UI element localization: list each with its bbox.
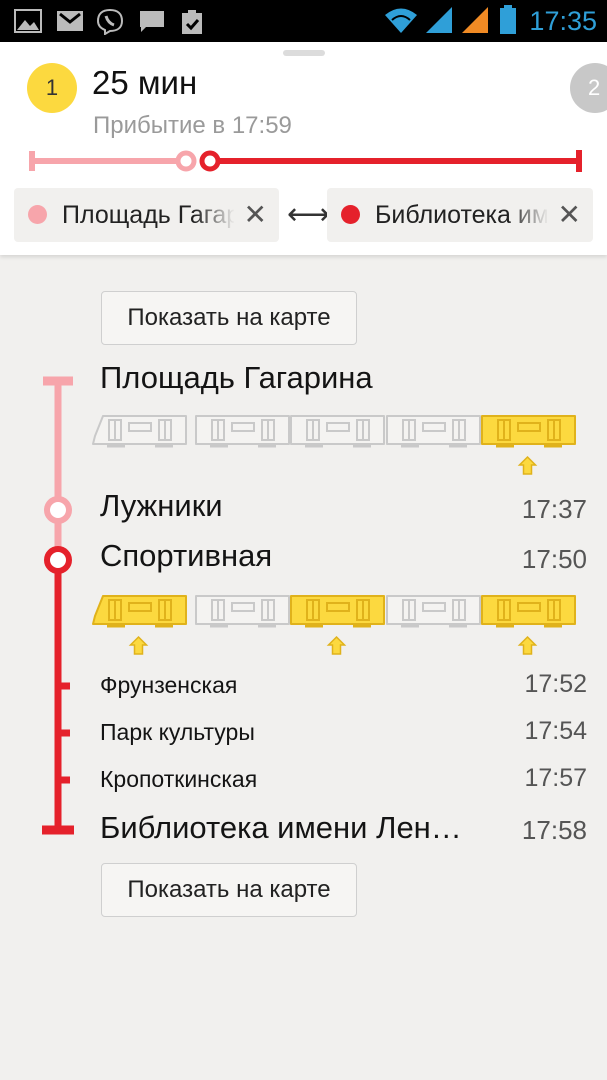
station-ploshchad-gagarina: Площадь Гагарина — [100, 360, 373, 395]
time-park-kultury: 17:54 — [524, 717, 587, 745]
show-on-map-button-top[interactable]: Показать на карте — [101, 291, 357, 345]
exit-arrow-icon — [128, 635, 149, 655]
train-cars-row-1 — [92, 415, 576, 475]
show-on-map-button-bottom[interactable]: Показать на карте — [101, 863, 357, 917]
station-park-kultury: Парк культуры — [100, 719, 255, 745]
train-car-2 — [195, 415, 290, 448]
station-kropotkinskaya: Кропоткинская — [100, 766, 258, 792]
metro-line-diagram — [42, 376, 74, 835]
transfer-node-sportivnaya — [44, 546, 72, 574]
transfer-node-luzhniki — [44, 496, 72, 524]
train-car-2 — [195, 595, 290, 628]
recommended-car-3 — [290, 595, 385, 628]
train-car-4 — [386, 595, 481, 628]
time-biblioteka-lenina: 17:58 — [521, 815, 587, 845]
time-luzhniki: 17:37 — [521, 494, 587, 524]
train-car-3 — [290, 415, 385, 448]
time-frunzenskaya: 17:52 — [524, 670, 587, 698]
train-car-4 — [386, 415, 481, 448]
station-biblioteka-lenina: Библиотека имени Лен… — [100, 810, 462, 845]
recommended-car-5 — [481, 415, 576, 448]
station-luzhniki: Лужники — [100, 488, 223, 523]
time-sportivnaya: 17:50 — [521, 544, 587, 574]
train-cars-row-2 — [92, 595, 576, 655]
exit-arrow-icon — [517, 455, 538, 475]
train-car-1 — [92, 415, 187, 448]
exit-arrow-icon — [326, 635, 347, 655]
recommended-car-1 — [92, 595, 187, 628]
recommended-car-5 — [481, 595, 576, 628]
exit-arrow-icon — [517, 635, 538, 655]
station-sportivnaya: Спортивная — [100, 538, 273, 573]
station-frunzenskaya: Фрунзенская — [100, 672, 238, 698]
time-kropotkinskaya: 17:57 — [524, 764, 587, 792]
